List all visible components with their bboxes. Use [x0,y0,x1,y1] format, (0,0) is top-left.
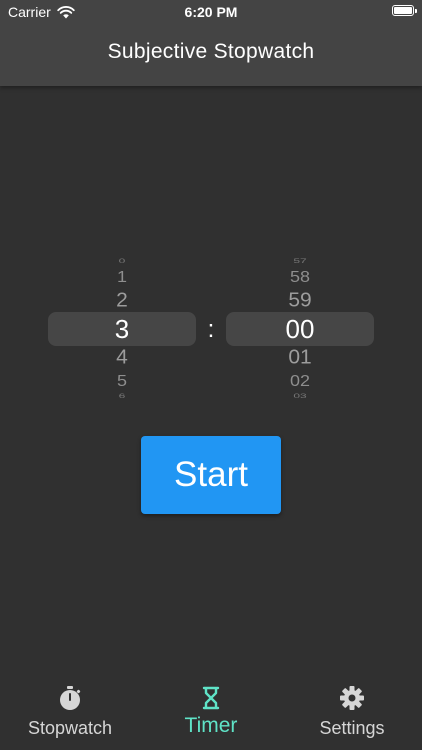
hourglass-icon [202,686,220,710]
tab-stopwatch[interactable]: Stopwatch [0,670,140,750]
minutes-option[interactable]: 0 [48,258,196,265]
minutes-wheel[interactable]: 0 1 2 3 4 5 6 [48,250,196,410]
gear-icon [340,686,364,710]
tab-timer[interactable]: Timer [141,670,281,750]
tab-stopwatch-label: Stopwatch [27,718,113,738]
battery-icon [392,5,417,16]
seconds-wheel[interactable]: 57 58 59 00 01 02 03 [226,250,374,410]
tab-settings-label: Settings [319,718,385,738]
app-header: Carrier 6:20 PM Subjective Stopwatch [0,0,422,86]
seconds-option[interactable]: 01 [226,348,374,368]
minutes-option[interactable]: 4 [48,348,196,368]
seconds-option[interactable]: 58 [226,269,374,284]
seconds-option[interactable]: 59 [226,291,374,311]
timer-picker: 0 1 2 3 4 5 6 : 57 58 59 00 01 02 03 [0,250,422,410]
minutes-option[interactable]: 5 [48,373,196,388]
minutes-selected-value[interactable]: 3 [48,316,196,342]
status-time: 6:20 PM [184,4,238,20]
tab-settings[interactable]: Settings [282,670,422,750]
status-bar: Carrier 6:20 PM [0,0,422,24]
seconds-option[interactable]: 57 [226,258,374,265]
stopwatch-icon [60,686,81,710]
tab-timer-label: Timer [184,714,238,737]
page-title: Subjective Stopwatch [107,40,315,63]
seconds-selected-value[interactable]: 00 [226,316,374,342]
minutes-option[interactable]: 6 [48,393,196,400]
start-button[interactable]: Start [141,436,281,514]
bottom-navigation: Stopwatch Timer Settings [0,670,422,750]
minutes-option[interactable]: 2 [48,291,196,311]
seconds-option[interactable]: 03 [226,393,374,400]
minutes-option[interactable]: 1 [48,269,196,284]
seconds-option[interactable]: 02 [226,373,374,388]
time-separator: : [207,316,215,343]
